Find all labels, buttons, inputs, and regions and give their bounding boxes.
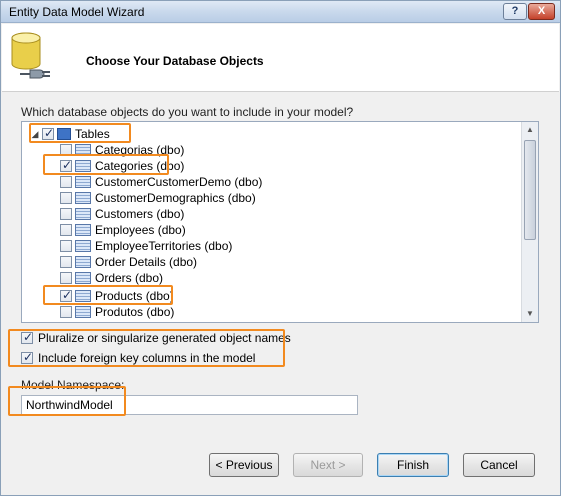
- table-checkbox[interactable]: [60, 176, 72, 188]
- table-checkbox[interactable]: [60, 272, 72, 284]
- tree-item[interactable]: Products (dbo): [60, 288, 174, 304]
- table-checkbox[interactable]: [60, 158, 72, 172]
- table-checkbox[interactable]: [60, 144, 72, 156]
- table-checkbox[interactable]: [60, 306, 72, 318]
- cancel-button[interactable]: Cancel: [463, 453, 535, 477]
- table-icon: [75, 240, 91, 252]
- table-icon: [75, 256, 91, 268]
- tree-item[interactable]: CustomerDemographics (dbo): [60, 190, 256, 206]
- table-checkbox[interactable]: [60, 224, 72, 236]
- table-checkbox[interactable]: [60, 240, 72, 252]
- tree-item[interactable]: Orders (dbo): [60, 270, 163, 286]
- table-checkbox[interactable]: [60, 192, 72, 204]
- tree-item[interactable]: Categorias (dbo): [60, 142, 184, 158]
- collapse-icon[interactable]: ◢: [30, 129, 40, 139]
- table-icon: [75, 290, 91, 302]
- table-icon: [75, 176, 91, 188]
- table-icon: [75, 208, 91, 220]
- pluralize-label: Pluralize or singularize generated objec…: [38, 331, 291, 345]
- tree-item[interactable]: Produtos (dbo): [60, 304, 174, 320]
- foreign-keys-checkbox[interactable]: [21, 350, 33, 364]
- window-title: Entity Data Model Wizard: [9, 5, 145, 19]
- objects-question-label: Which database objects do you want to in…: [21, 105, 354, 119]
- tree-item-label: CustomerCustomerDemo (dbo): [95, 175, 263, 189]
- tables-checkbox[interactable]: [42, 126, 54, 140]
- next-button[interactable]: Next >: [293, 453, 363, 477]
- namespace-label: Model Namespace:: [21, 378, 125, 392]
- table-icon: [75, 160, 91, 172]
- table-icon: [75, 306, 91, 318]
- wizard-window: Entity Data Model Wizard ? X Choose Your…: [0, 0, 561, 496]
- foreign-keys-label: Include foreign key columns in the model: [38, 351, 256, 365]
- table-checkbox[interactable]: [60, 208, 72, 220]
- tree-item[interactable]: Employees (dbo): [60, 222, 186, 238]
- table-icon: [75, 272, 91, 284]
- tree-item-label: CustomerDemographics (dbo): [95, 191, 256, 205]
- finish-button[interactable]: Finish: [377, 453, 449, 477]
- tree-item-label: Employees (dbo): [95, 223, 186, 237]
- tree-item-label: Orders (dbo): [95, 271, 164, 285]
- help-button[interactable]: ?: [503, 3, 527, 20]
- tree-item-label: Categories (dbo): [95, 159, 185, 173]
- title-bar: Entity Data Model Wizard ? X: [1, 1, 560, 23]
- tree-item-label: Order Details (dbo): [95, 255, 198, 269]
- table-checkbox[interactable]: [60, 256, 72, 268]
- scroll-thumb[interactable]: [524, 140, 536, 240]
- wizard-header: Choose Your Database Objects: [2, 24, 559, 92]
- pluralize-option[interactable]: Pluralize or singularize generated objec…: [21, 330, 291, 345]
- scroll-down-icon[interactable]: ▼: [522, 306, 538, 322]
- table-checkbox[interactable]: [60, 288, 72, 302]
- table-icon: [75, 192, 91, 204]
- tree-root-tables[interactable]: ◢ Tables: [30, 126, 110, 142]
- tree-scrollbar[interactable]: ▲ ▼: [521, 122, 538, 322]
- tree-item-label: Products (dbo): [95, 289, 174, 303]
- tree-item[interactable]: Categories (dbo): [60, 158, 184, 174]
- database-objects-tree[interactable]: ◢ Tables Categorias (dbo) Categories (db…: [21, 121, 539, 323]
- tree-item-label: Customers (dbo): [95, 207, 185, 221]
- tree-item-label: Categorias (dbo): [95, 143, 185, 157]
- tree-item[interactable]: CustomerCustomerDemo (dbo): [60, 174, 262, 190]
- tree-item[interactable]: Order Details (dbo): [60, 254, 197, 270]
- tree-root-label: Tables: [75, 127, 110, 141]
- database-icon: [11, 32, 50, 79]
- tree-item-label: Produtos (dbo): [95, 305, 175, 319]
- namespace-input[interactable]: [21, 395, 358, 415]
- foreign-keys-option[interactable]: Include foreign key columns in the model: [21, 350, 256, 365]
- scroll-up-icon[interactable]: ▲: [522, 122, 538, 138]
- tree-item[interactable]: Customers (dbo): [60, 206, 184, 222]
- tree-item-label: EmployeeTerritories (dbo): [95, 239, 233, 253]
- table-icon: [75, 144, 91, 156]
- tables-folder-icon: [57, 128, 71, 140]
- tree-item[interactable]: EmployeeTerritories (dbo): [60, 238, 232, 254]
- page-title: Choose Your Database Objects: [86, 54, 264, 68]
- table-icon: [75, 224, 91, 236]
- previous-button[interactable]: < Previous: [209, 453, 279, 477]
- pluralize-checkbox[interactable]: [21, 330, 33, 344]
- close-button[interactable]: X: [528, 3, 555, 20]
